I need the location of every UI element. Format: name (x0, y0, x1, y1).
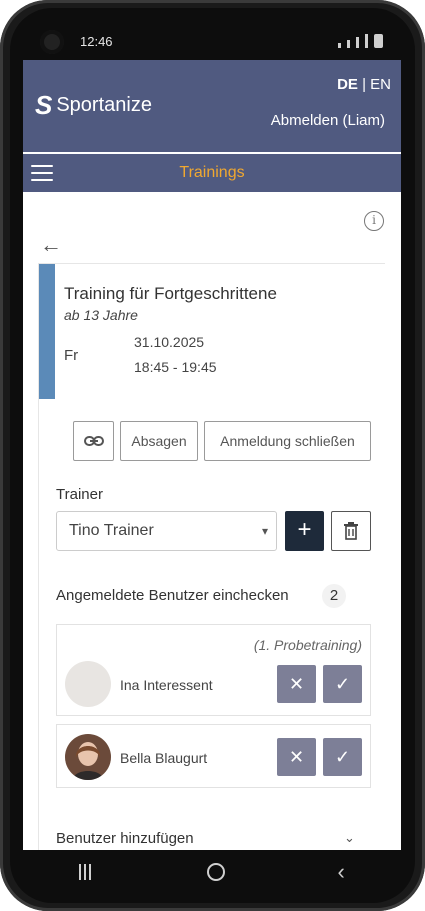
status-icons (338, 34, 383, 48)
lang-separator: | (362, 76, 366, 93)
checkin-button[interactable]: ✓ (323, 738, 362, 776)
logo-mark: S (35, 90, 53, 120)
user-row: Bella Blaugurt ✕ ✓ (56, 724, 371, 788)
home-icon[interactable] (207, 863, 226, 881)
copy-link-button[interactable] (73, 421, 114, 461)
checkin-button[interactable]: ✓ (323, 665, 362, 703)
user-note: (1. Probetraining) (253, 637, 362, 653)
system-nav-bar: ‹ (23, 852, 401, 892)
logout-link[interactable]: Abmelden (Liam) (271, 112, 385, 129)
avatar-photo (65, 734, 111, 780)
camera-icon (40, 30, 64, 54)
status-time: 12:46 (80, 34, 113, 49)
trainer-select-value: Tino Trainer (69, 522, 154, 539)
signal-icon (365, 34, 368, 48)
signal-icon (338, 43, 341, 48)
training-weekday: Fr (64, 347, 79, 364)
back-icon[interactable]: ‹ (338, 859, 345, 885)
checkin-label: Angemeldete Benutzer einchecken (56, 587, 289, 604)
chevron-down-icon: ▾ (261, 524, 268, 538)
chevron-down-icon[interactable]: ⌄ (344, 830, 355, 846)
close-registration-button[interactable]: Anmeldung schließen (204, 421, 371, 461)
trainer-label: Trainer (56, 486, 103, 503)
trainer-select[interactable]: Tino Trainer ▾ (56, 511, 277, 551)
card-accent (39, 264, 55, 399)
reject-button[interactable]: ✕ (277, 738, 316, 776)
language-switcher: DE | EN (337, 76, 391, 93)
back-arrow-icon[interactable]: ← (40, 232, 62, 258)
app-screen: S Sportanize DE | EN Abmelden (Liam) Tra… (23, 60, 401, 850)
app-header: S Sportanize DE | EN Abmelden (Liam) (23, 60, 401, 152)
link-icon (83, 436, 104, 446)
signal-icon (356, 37, 359, 48)
user-name: Bella Blaugurt (120, 750, 208, 766)
logo-text: Sportanize (56, 94, 152, 116)
training-date: 31.10.2025 (134, 334, 205, 350)
avatar (65, 661, 111, 707)
trash-icon (344, 522, 358, 540)
delete-trainer-button[interactable] (331, 511, 371, 551)
lang-en[interactable]: EN (370, 76, 391, 93)
info-icon[interactable]: i (364, 211, 384, 231)
signal-icon (347, 40, 350, 48)
app-logo[interactable]: S Sportanize (35, 90, 152, 121)
training-title: Training für Fortgeschrittene (64, 284, 277, 303)
checkin-count-badge: 2 (322, 584, 346, 608)
training-card: Training für Fortgeschrittene ab 13 Jahr… (38, 263, 385, 850)
training-subtitle: ab 13 Jahre (64, 307, 138, 323)
user-name: Ina Interessent (120, 677, 213, 693)
recent-apps-icon[interactable] (79, 864, 95, 880)
reject-button[interactable]: ✕ (277, 665, 316, 703)
add-users-label[interactable]: Benutzer hinzufügen (56, 830, 194, 847)
lang-de[interactable]: DE (337, 76, 358, 93)
nav-bar: Trainings (23, 154, 401, 192)
avatar (65, 734, 111, 780)
user-row: (1. Probetraining) Ina Interessent ✕ ✓ (56, 624, 371, 716)
cancel-training-button[interactable]: Absagen (120, 421, 198, 461)
training-time: 18:45 - 19:45 (134, 359, 217, 375)
battery-icon (374, 34, 383, 48)
add-trainer-button[interactable]: + (285, 511, 324, 551)
page-title: Trainings (179, 164, 245, 181)
